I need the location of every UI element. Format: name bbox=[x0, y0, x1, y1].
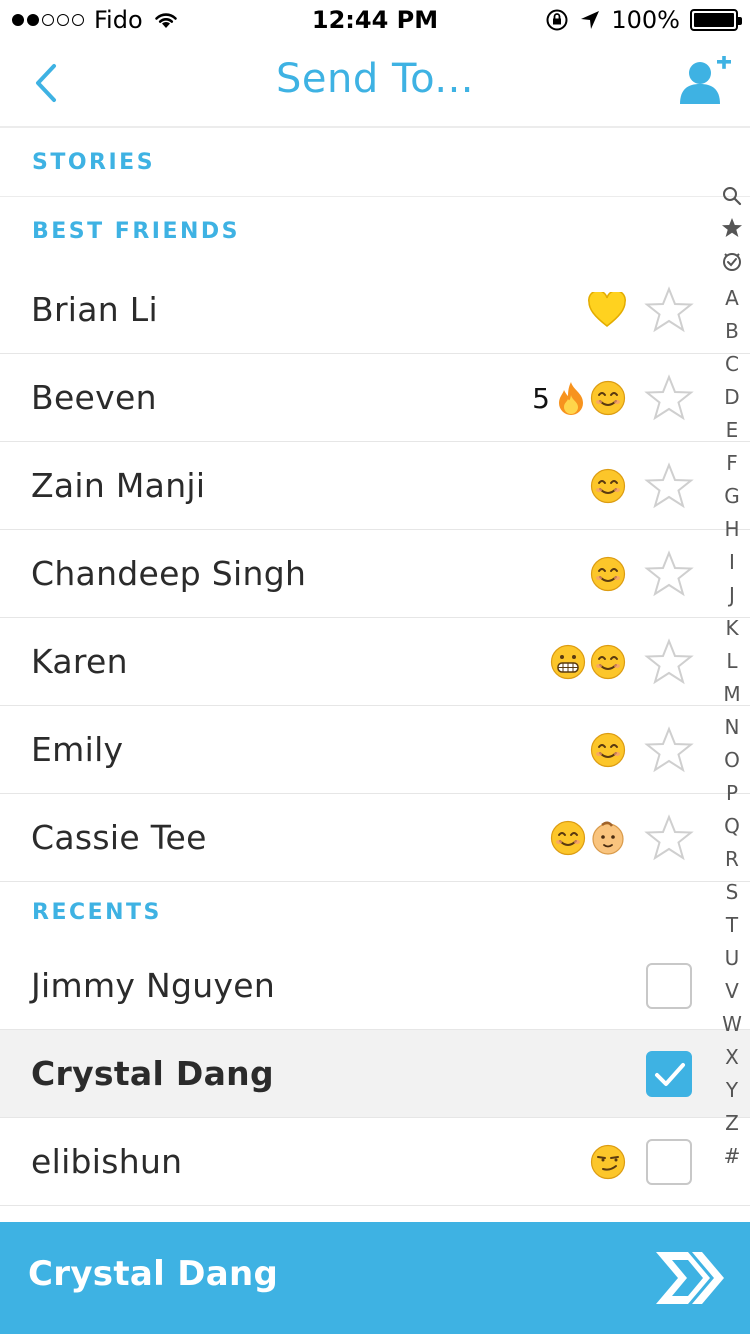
index-letter[interactable]: X bbox=[725, 1041, 739, 1074]
checkmark-icon bbox=[655, 1063, 685, 1086]
index-letter[interactable]: K bbox=[725, 612, 738, 645]
index-letter[interactable]: # bbox=[724, 1140, 741, 1173]
index-letter[interactable]: U bbox=[725, 942, 740, 975]
smile-emoji-icon bbox=[590, 644, 626, 680]
friend-name: Chandeep Singh bbox=[31, 554, 307, 593]
index-letter[interactable]: W bbox=[722, 1008, 742, 1041]
index-letter[interactable]: Z bbox=[725, 1107, 739, 1140]
status-bar: Fido 12:44 PM 100% bbox=[0, 0, 750, 40]
smile-emoji-icon bbox=[590, 556, 626, 592]
page-title: Send To... bbox=[275, 56, 474, 102]
section-header-best-friends: BEST FRIENDS bbox=[32, 219, 241, 244]
status-right: 100% bbox=[545, 6, 742, 34]
recent-name: Crystal Dang bbox=[31, 1054, 274, 1093]
index-recents-icon[interactable] bbox=[721, 249, 743, 282]
smile-emoji-icon bbox=[590, 380, 626, 416]
battery-percent: 100% bbox=[611, 6, 680, 34]
friend-emojis: 5 bbox=[532, 354, 626, 442]
friend-emojis bbox=[590, 706, 626, 794]
star-icon[interactable] bbox=[644, 462, 694, 510]
rotation-lock-icon bbox=[546, 9, 568, 31]
send-bar[interactable]: Crystal Dang bbox=[0, 1222, 750, 1334]
friend-emojis bbox=[550, 618, 626, 706]
recent-name: Jimmy Nguyen bbox=[31, 966, 276, 1005]
streak-count: 5 bbox=[532, 381, 550, 415]
double-chevron-right-icon[interactable] bbox=[652, 1248, 724, 1308]
index-letter[interactable]: F bbox=[726, 447, 738, 480]
index-star-icon[interactable] bbox=[721, 216, 743, 249]
select-checkbox[interactable] bbox=[646, 963, 692, 1009]
location-arrow-icon bbox=[581, 11, 600, 29]
index-search-icon[interactable] bbox=[722, 183, 742, 216]
friend-row[interactable]: Brian Li bbox=[0, 266, 750, 354]
friend-row[interactable]: Cassie Tee bbox=[0, 794, 750, 882]
star-icon[interactable] bbox=[644, 374, 694, 422]
index-letter[interactable]: S bbox=[726, 876, 739, 909]
selected-recipients: Crystal Dang bbox=[28, 1254, 279, 1294]
friend-emojis bbox=[590, 442, 626, 530]
index-letter[interactable]: D bbox=[724, 381, 739, 414]
friend-name: Brian Li bbox=[31, 290, 158, 329]
recent-emojis bbox=[590, 1118, 626, 1206]
index-letter[interactable]: O bbox=[724, 744, 740, 777]
star-icon[interactable] bbox=[644, 726, 694, 774]
nav-bar: Send To... bbox=[0, 40, 750, 128]
index-letter[interactable]: A bbox=[725, 282, 739, 315]
index-letter[interactable]: B bbox=[725, 315, 739, 348]
index-letter[interactable]: G bbox=[724, 480, 740, 513]
friend-row[interactable]: Zain Manji bbox=[0, 442, 750, 530]
star-icon[interactable] bbox=[644, 814, 694, 862]
select-checkbox[interactable] bbox=[646, 1139, 692, 1185]
smile-emoji-icon bbox=[590, 468, 626, 504]
friend-row[interactable]: Beeven 5 bbox=[0, 354, 750, 442]
friend-name: Cassie Tee bbox=[31, 818, 207, 857]
friend-name: Beeven bbox=[31, 378, 157, 417]
friend-name: Karen bbox=[31, 642, 128, 681]
index-letter[interactable]: R bbox=[725, 843, 739, 876]
friend-row[interactable]: Karen bbox=[0, 618, 750, 706]
index-letter[interactable]: P bbox=[726, 777, 738, 810]
section-header-stories[interactable]: STORIES bbox=[0, 128, 750, 197]
fire-icon bbox=[559, 382, 583, 415]
smirk-emoji-icon bbox=[590, 1144, 626, 1180]
friend-row[interactable]: Emily bbox=[0, 706, 750, 794]
smile-emoji-icon bbox=[550, 820, 586, 856]
baby-emoji-icon bbox=[592, 821, 624, 855]
index-letter[interactable]: M bbox=[723, 678, 740, 711]
recent-row[interactable]: Jimmy Nguyen bbox=[0, 942, 750, 1030]
recent-name: elibishun bbox=[31, 1142, 183, 1181]
battery-icon bbox=[690, 9, 742, 31]
friend-row[interactable]: Chandeep Singh bbox=[0, 530, 750, 618]
friend-emojis bbox=[590, 530, 626, 618]
index-letter[interactable]: L bbox=[726, 645, 737, 678]
friend-emojis bbox=[588, 266, 626, 354]
friend-emojis bbox=[550, 794, 626, 882]
index-letter[interactable]: H bbox=[724, 513, 739, 546]
grimace-emoji-icon bbox=[550, 644, 586, 680]
star-icon[interactable] bbox=[644, 286, 694, 334]
star-icon[interactable] bbox=[644, 550, 694, 598]
recipient-list: STORIES BEST FRIENDS Brian Li Beeven 5 Z… bbox=[0, 128, 750, 1294]
friend-name: Emily bbox=[31, 730, 124, 769]
yellow-heart-icon bbox=[588, 292, 626, 327]
star-icon[interactable] bbox=[644, 638, 694, 686]
index-letter[interactable]: C bbox=[725, 348, 739, 381]
smile-emoji-icon bbox=[590, 732, 626, 768]
index-letter[interactable]: T bbox=[726, 909, 738, 942]
index-letter[interactable]: Y bbox=[726, 1074, 738, 1107]
recent-row[interactable]: elibishun bbox=[0, 1118, 750, 1206]
section-header-recents: RECENTS bbox=[32, 899, 162, 925]
index-letter[interactable]: N bbox=[725, 711, 740, 744]
index-letter[interactable]: E bbox=[726, 414, 739, 447]
alphabet-index[interactable]: A B C D E F G H I J K L M N O P Q R S T … bbox=[718, 183, 746, 1173]
friend-name: Zain Manji bbox=[31, 466, 206, 505]
index-letter[interactable]: V bbox=[725, 975, 739, 1008]
index-letter[interactable]: I bbox=[729, 546, 735, 579]
select-checkbox-checked[interactable] bbox=[646, 1051, 692, 1097]
index-letter[interactable]: Q bbox=[724, 810, 740, 843]
index-letter[interactable]: J bbox=[729, 579, 735, 612]
recent-row-selected[interactable]: Crystal Dang bbox=[0, 1030, 750, 1118]
add-friend-icon[interactable] bbox=[678, 56, 734, 108]
